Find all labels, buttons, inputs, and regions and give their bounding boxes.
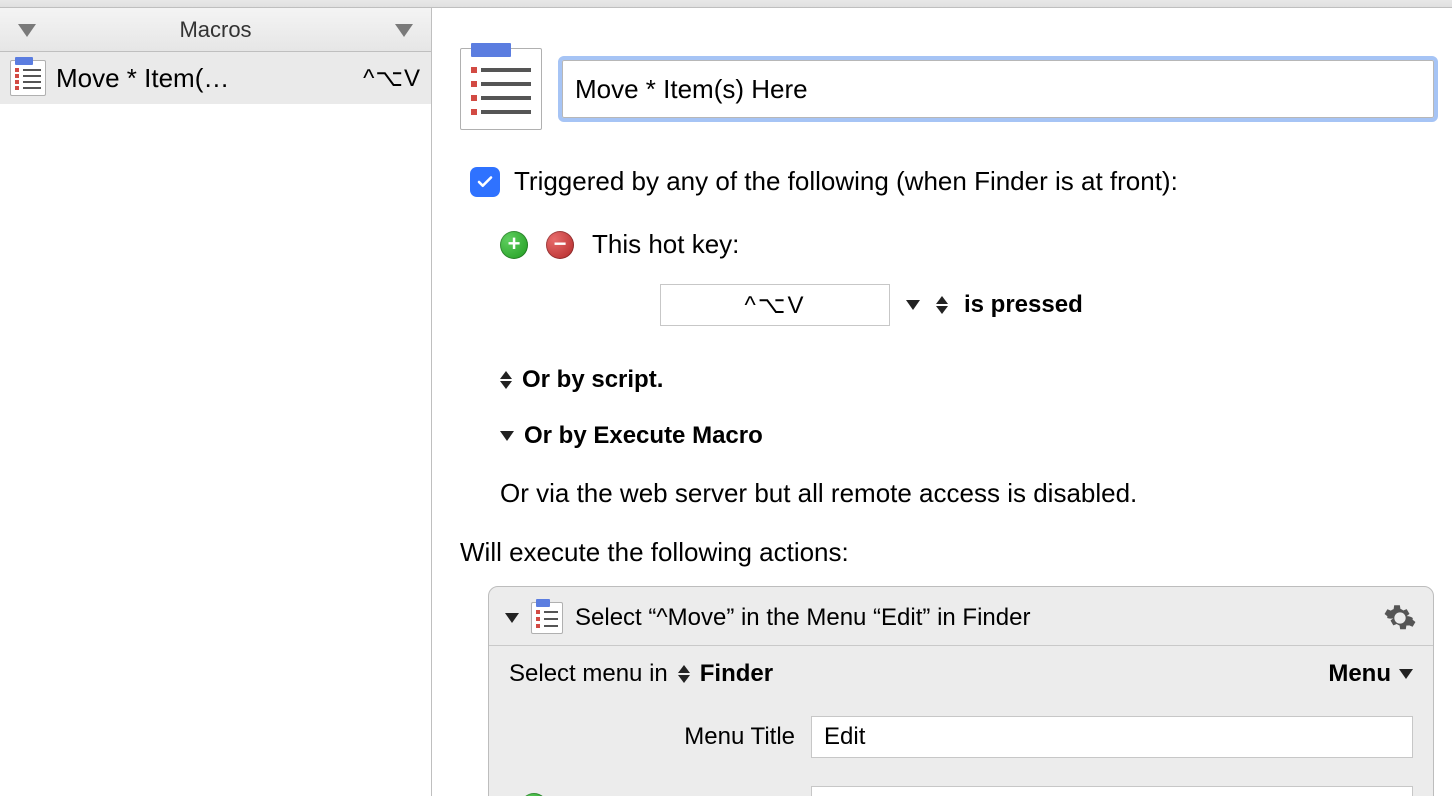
chevron-down-icon [1399,669,1413,679]
hotkey-dropdown-button[interactable] [906,300,920,310]
macro-name-input[interactable] [562,60,1434,118]
action-icon [531,602,563,634]
remove-trigger-button[interactable]: − [546,231,574,259]
action-disclosure-button[interactable] [505,613,519,623]
up-icon [678,665,690,673]
macro-sidebar: Macros Move * Item(… ^⌥V [0,8,432,796]
select-menu-in-label: Select menu in [509,660,668,688]
sort-right-button[interactable] [389,17,419,43]
macro-list-item[interactable]: Move * Item(… ^⌥V [0,52,431,104]
macro-list-item-title: Move * Item(… [56,63,353,94]
add-trigger-button[interactable]: + [500,231,528,259]
will-execute-label: Will execute the following actions: [460,537,1434,568]
menu-item-input[interactable] [811,786,1413,796]
macro-editor: Triggered by any of the following (when … [432,8,1452,796]
macro-list: Move * Item(… ^⌥V [0,52,431,796]
updown-icon [500,371,512,389]
app-picker-stepper[interactable] [678,665,690,683]
macro-large-icon [460,48,542,130]
down-icon [678,675,690,683]
hotkey-input[interactable] [660,284,890,326]
menu-title-input[interactable] [811,716,1413,758]
disclosure-or-by-script[interactable]: Or by script. [500,366,1434,394]
minus-icon: − [554,233,567,255]
chevron-down-icon [500,431,514,441]
menu-dropdown-label: Menu [1328,660,1391,688]
macro-list-item-hotkey: ^⌥V [363,64,421,93]
hotkey-label: This hot key: [592,229,739,260]
trigger-label: Triggered by any of the following (when … [514,166,1178,197]
menu-dropdown-button[interactable]: Menu [1328,660,1413,688]
sidebar-title: Macros [42,17,389,43]
sort-left-button[interactable] [12,17,42,43]
action-block: Select “^Move” in the Menu “Edit” in Fin… [488,586,1434,796]
disclosure-label: Or by Execute Macro [524,422,763,450]
action-title: Select “^Move” in the Menu “Edit” in Fin… [575,604,1371,632]
plus-icon: + [508,233,521,255]
triangle-down-outline-icon [18,24,36,37]
sidebar-header: Macros [0,8,431,52]
disclosure-or-by-execute-macro[interactable]: Or by Execute Macro [500,422,1434,450]
menu-title-label: Menu Title [575,723,795,751]
hotkey-mode-label: is pressed [964,291,1083,319]
triangle-down-icon [395,24,413,37]
down-icon [936,306,948,314]
up-icon [936,296,948,304]
window-toolbar-strip [0,0,1452,8]
action-settings-button[interactable] [1383,601,1417,635]
app-name: Finder [700,660,773,688]
gear-icon [1383,601,1417,635]
macro-icon [10,60,46,96]
disclosure-label: Or by script. [522,366,663,394]
divider [489,645,1433,646]
check-icon [476,173,494,191]
hotkey-mode-stepper[interactable] [936,296,948,314]
webserver-note: Or via the web server but all remote acc… [500,478,1434,509]
trigger-enabled-checkbox[interactable] [470,167,500,197]
